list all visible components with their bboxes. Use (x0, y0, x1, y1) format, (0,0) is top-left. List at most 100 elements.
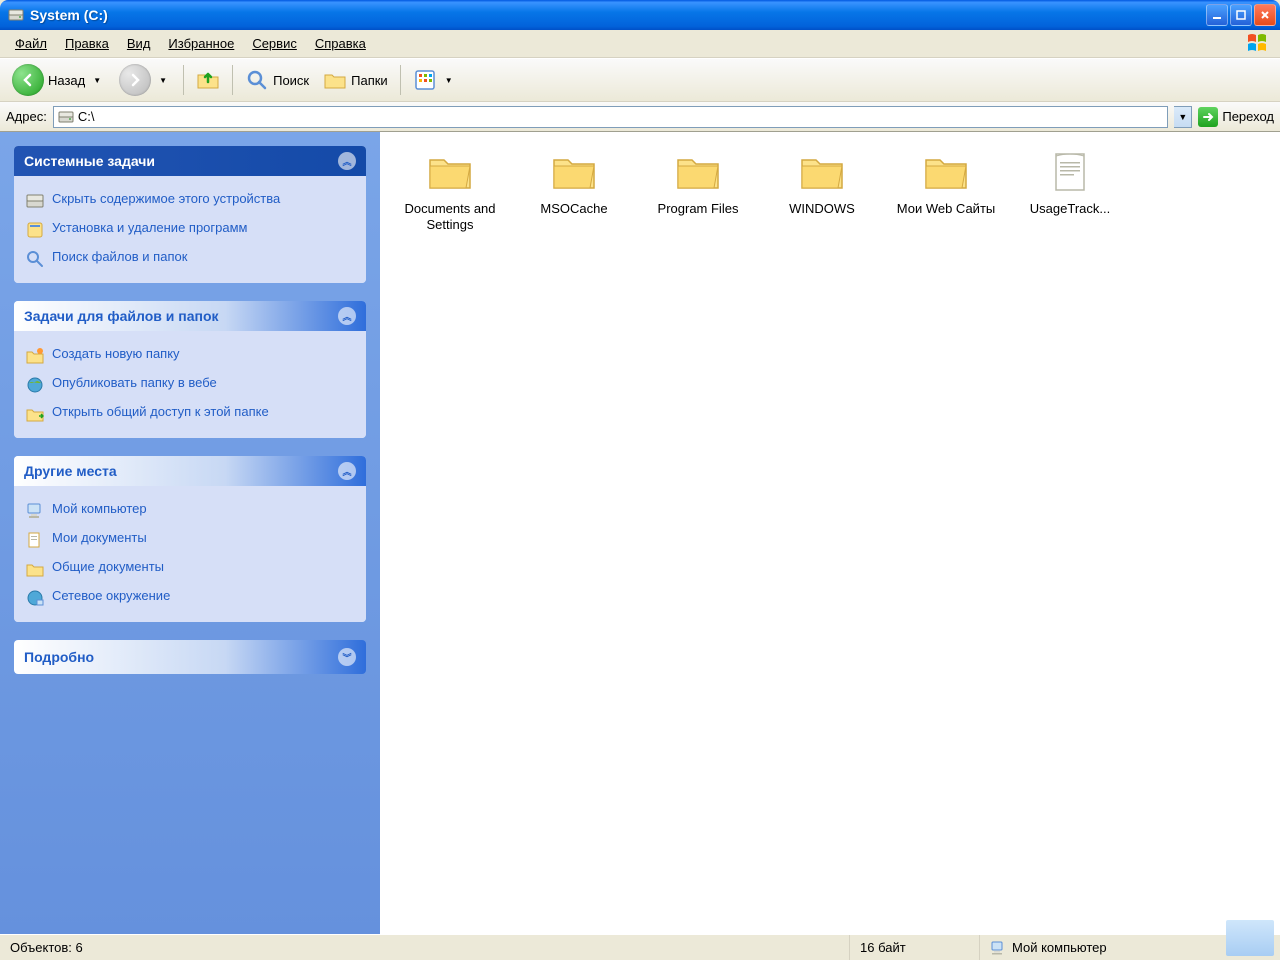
go-button[interactable]: Переход (1198, 107, 1274, 127)
search-small-icon (26, 250, 44, 268)
publish-web-link[interactable]: Опубликовать папку в вебе (26, 370, 354, 399)
add-remove-programs-link[interactable]: Установка и удаление программ (26, 215, 354, 244)
folders-label: Папки (351, 73, 388, 88)
menu-view[interactable]: Вид (118, 32, 160, 55)
toolbar-divider-3 (400, 65, 401, 95)
network-icon (26, 589, 44, 607)
menu-tools[interactable]: Сервис (243, 32, 306, 55)
address-label: Адрес: (6, 109, 47, 124)
documents-icon (26, 531, 44, 549)
toolbar-divider (183, 65, 184, 95)
go-icon (1198, 107, 1218, 127)
drive-icon (8, 7, 24, 23)
back-dropdown-icon[interactable]: ▼ (89, 76, 105, 85)
folder-program-files[interactable]: Program Files (638, 146, 758, 238)
hide-contents-link[interactable]: Скрыть содержимое этого устройства (26, 186, 354, 215)
file-usagetrack[interactable]: UsageTrack... (1010, 146, 1130, 238)
menu-file[interactable]: Файл (6, 32, 56, 55)
views-button[interactable]: ▼ (407, 64, 463, 96)
search-button[interactable]: Поиск (239, 64, 315, 96)
back-button[interactable]: Назад ▼ (6, 60, 111, 100)
menu-favorites[interactable]: Избранное (159, 32, 243, 55)
windows-flag-icon (1244, 32, 1276, 54)
create-folder-link[interactable]: Создать новую папку (26, 341, 354, 370)
folder-up-icon (196, 68, 220, 92)
expand-icon: ︾ (338, 648, 356, 666)
folder-icon (674, 150, 722, 194)
other-places-body: Мой компьютер Мои документы Общие докуме… (14, 486, 366, 622)
folder-icon (426, 150, 474, 194)
main-area: Системные задачи ︽ Скрыть содержимое это… (0, 132, 1280, 934)
other-places-header[interactable]: Другие места ︽ (14, 456, 366, 486)
file-list[interactable]: Documents and Settings MSOCache Program … (380, 132, 1280, 934)
my-documents-link[interactable]: Мои документы (26, 525, 354, 554)
globe-icon (26, 376, 44, 394)
go-label: Переход (1222, 109, 1274, 124)
folder-icon (798, 150, 846, 194)
statusbar: Объектов: 6 16 байт Мой компьютер (0, 934, 1280, 960)
address-value: C:\ (78, 109, 95, 124)
computer-icon (26, 502, 44, 520)
close-button[interactable] (1254, 4, 1276, 26)
shared-docs-icon (26, 560, 44, 578)
collapse-icon: ︽ (338, 152, 356, 170)
views-dropdown-icon[interactable]: ▼ (441, 76, 457, 85)
collapse-icon: ︽ (338, 462, 356, 480)
drive-hide-icon (26, 192, 44, 210)
status-size: 16 байт (850, 935, 980, 960)
folders-icon (323, 68, 347, 92)
addressbar: Адрес: C:\ ▼ Переход (0, 102, 1280, 132)
share-icon (26, 405, 44, 423)
toolbar-divider-2 (232, 65, 233, 95)
folder-icon (550, 150, 598, 194)
search-label: Поиск (273, 73, 309, 88)
my-computer-link[interactable]: Мой компьютер (26, 496, 354, 525)
minimize-button[interactable] (1206, 4, 1228, 26)
menu-help[interactable]: Справка (306, 32, 375, 55)
tray-preview (1226, 920, 1274, 956)
tasks-sidebar: Системные задачи ︽ Скрыть содержимое это… (0, 132, 380, 934)
forward-button[interactable]: ▼ (113, 60, 177, 100)
add-remove-icon (26, 221, 44, 239)
toolbar: Назад ▼ ▼ Поиск Папки ▼ (0, 58, 1280, 102)
search-files-link[interactable]: Поиск файлов и папок (26, 244, 354, 273)
details-panel-header[interactable]: Подробно ︾ (14, 640, 366, 674)
network-places-link[interactable]: Сетевое окружение (26, 583, 354, 612)
folder-windows[interactable]: WINDOWS (762, 146, 882, 238)
new-folder-icon (26, 347, 44, 365)
status-objects: Объектов: 6 (0, 935, 850, 960)
system-tasks-header[interactable]: Системные задачи ︽ (14, 146, 366, 176)
share-folder-link[interactable]: Открыть общий доступ к этой папке (26, 399, 354, 428)
shared-documents-link[interactable]: Общие документы (26, 554, 354, 583)
folder-icon (922, 150, 970, 194)
folders-button[interactable]: Папки (317, 64, 394, 96)
back-icon (12, 64, 44, 96)
forward-icon (119, 64, 151, 96)
folder-msocache[interactable]: MSOCache (514, 146, 634, 238)
address-drive-icon (58, 109, 74, 125)
text-file-icon (1046, 150, 1094, 194)
folder-documents-and-settings[interactable]: Documents and Settings (390, 146, 510, 238)
address-input[interactable]: C:\ (53, 106, 1169, 128)
computer-small-icon (990, 940, 1006, 956)
titlebar: System (C:) (0, 0, 1280, 30)
other-places-panel: Другие места ︽ Мой компьютер Мои докумен… (14, 456, 366, 622)
up-button[interactable] (190, 64, 226, 96)
menubar: Файл Правка Вид Избранное Сервис Справка (0, 30, 1280, 58)
file-tasks-body: Создать новую папку Опубликовать папку в… (14, 331, 366, 438)
maximize-button[interactable] (1230, 4, 1252, 26)
file-tasks-header[interactable]: Задачи для файлов и папок ︽ (14, 301, 366, 331)
folder-my-web-sites[interactable]: Мои Web Сайты (886, 146, 1006, 238)
window-title: System (C:) (30, 7, 1206, 23)
forward-dropdown-icon[interactable]: ▼ (155, 76, 171, 85)
menu-edit[interactable]: Правка (56, 32, 118, 55)
search-icon (245, 68, 269, 92)
back-label: Назад (48, 73, 85, 88)
file-tasks-panel: Задачи для файлов и папок ︽ Создать нову… (14, 301, 366, 438)
address-dropdown[interactable]: ▼ (1174, 106, 1192, 128)
window-buttons (1206, 4, 1276, 26)
system-tasks-body: Скрыть содержимое этого устройства Устан… (14, 176, 366, 283)
system-tasks-panel: Системные задачи ︽ Скрыть содержимое это… (14, 146, 366, 283)
collapse-icon: ︽ (338, 307, 356, 325)
views-icon (413, 68, 437, 92)
